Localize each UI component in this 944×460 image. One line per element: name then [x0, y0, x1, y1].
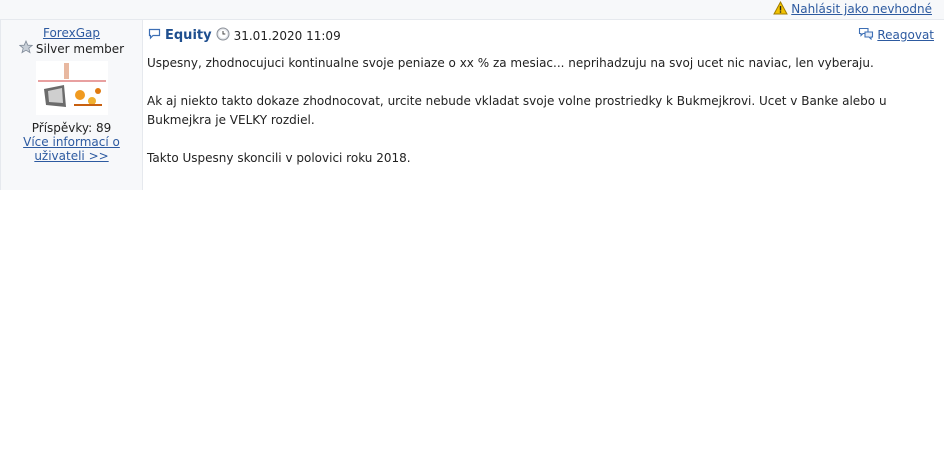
- speech-bubble-icon: [148, 28, 161, 43]
- posts-count: Příspěvky: 89: [31, 121, 112, 135]
- post-content: Uspesny, zhodnocujuci kontinualne svoje …: [147, 54, 937, 187]
- reply-link[interactable]: Reagovat: [877, 28, 934, 42]
- post-header: Equity 31.01.2020 11:09: [148, 27, 341, 44]
- more-info-link[interactable]: Více informací o uživateli >>: [17, 135, 127, 163]
- post-paragraph: Takto Uspesny skoncili v polovici roku 2…: [147, 151, 411, 165]
- rank-label: Silver member: [35, 41, 125, 56]
- star-icon: [18, 39, 34, 57]
- report-container: Nahlásit jako nevhodné: [773, 0, 932, 18]
- top-bar: Nahlásit jako nevhodné: [0, 0, 944, 20]
- reply-icon: [858, 27, 874, 43]
- avatar: [35, 61, 108, 115]
- post-title[interactable]: Equity: [165, 28, 212, 43]
- clock-icon: [216, 27, 230, 44]
- reply-container: Reagovat: [858, 27, 934, 43]
- forum-post: ForexGap Silver member Příspěvky: 89 Víc…: [0, 20, 944, 190]
- post-date: 31.01.2020 11:09: [233, 28, 341, 43]
- post-paragraph: Uspesny, zhodnocujuci kontinualne svoje …: [147, 56, 874, 70]
- report-link[interactable]: Nahlásit jako nevhodné: [791, 2, 932, 16]
- warning-icon: [773, 0, 789, 18]
- post-body: Equity 31.01.2020 11:09 Reagovat Uspesny…: [142, 20, 942, 190]
- author-panel: ForexGap Silver member Příspěvky: 89 Víc…: [0, 20, 143, 190]
- post-paragraph: Ak aj niekto takto dokaze zhodnocovat, u…: [147, 94, 887, 127]
- author-name-link[interactable]: ForexGap: [1, 27, 142, 40]
- author-rank: Silver member: [1, 39, 142, 57]
